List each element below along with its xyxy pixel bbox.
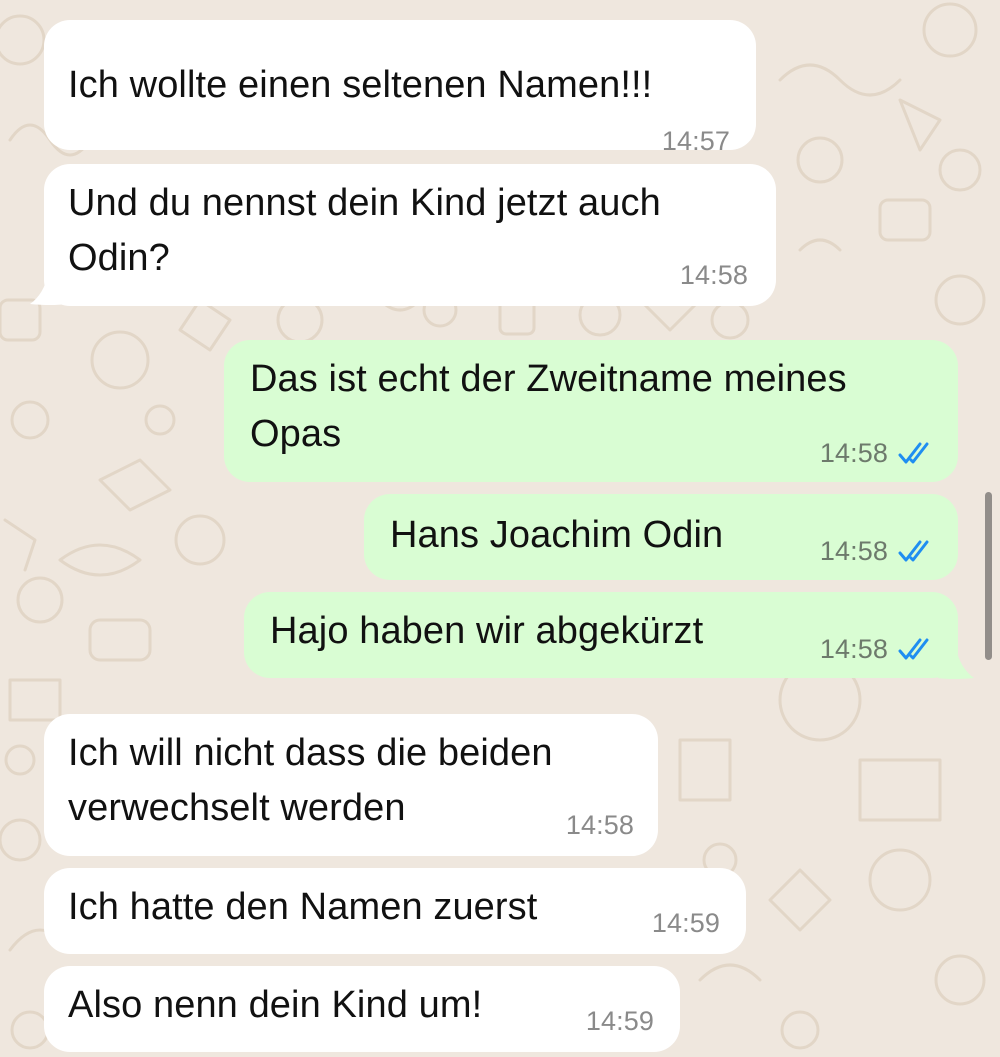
message-meta: 14:58	[566, 810, 634, 840]
outgoing-message-bubble[interactable]: Hajo haben wir abgekürzt 14:58	[244, 592, 958, 678]
message-text: Hans Joachim Odin	[390, 514, 724, 556]
message-meta: 14:59	[586, 1006, 654, 1036]
outgoing-bubble-tail	[938, 648, 974, 679]
incoming-message-bubble[interactable]: Also nenn dein Kind um! 14:59	[44, 966, 680, 1052]
message-text: Das ist echt der Zweitname meines Opas	[250, 358, 847, 455]
message-text: Ich hatte den Namen zuerst	[68, 886, 538, 928]
chat-scrollbar[interactable]	[985, 492, 992, 660]
chat-message-list[interactable]: Ich wollte einen seltenen Namen!!! 14:57…	[0, 0, 1000, 1057]
message-timestamp: 14:58	[565, 810, 634, 840]
incoming-message-bubble[interactable]: Ich hatte den Namen zuerst 14:59	[44, 868, 746, 954]
incoming-message-bubble[interactable]: Ich will nicht dass die beiden verwechse…	[44, 714, 658, 856]
message-meta: 14:58	[820, 438, 936, 468]
message-timestamp: 14:58	[819, 634, 888, 664]
message-timestamp: 14:58	[819, 438, 888, 468]
message-meta: 14:57	[662, 126, 730, 156]
message-text: Ich will nicht dass die beiden verwechse…	[68, 732, 553, 829]
message-text: Also nenn dein Kind um!	[68, 984, 483, 1026]
message-text: Und du nennst dein Kind jetzt auch Odin?	[68, 182, 661, 279]
outgoing-message-bubble[interactable]: Das ist echt der Zweitname meines Opas 1…	[224, 340, 958, 482]
incoming-bubble-tail	[30, 274, 66, 305]
message-meta: 14:59	[652, 908, 720, 938]
message-text: Hajo haben wir abgekürzt	[270, 610, 704, 652]
message-timestamp: 14:58	[819, 536, 888, 566]
incoming-message-bubble[interactable]: Und du nennst dein Kind jetzt auch Odin?…	[44, 164, 776, 306]
read-double-check-icon	[898, 540, 929, 562]
message-timestamp: 14:57	[661, 126, 730, 156]
message-meta: 14:58	[820, 536, 936, 566]
message-timestamp: 14:59	[651, 908, 720, 938]
message-timestamp: 14:58	[679, 260, 748, 290]
incoming-message-bubble[interactable]: Ich wollte einen seltenen Namen!!! 14:57	[44, 20, 756, 156]
read-double-check-icon	[898, 442, 929, 464]
message-meta: 14:58	[820, 634, 936, 664]
read-double-check-icon	[898, 638, 929, 660]
message-text: Ich wollte einen seltenen Namen!!!	[68, 64, 653, 106]
message-meta: 14:58	[680, 260, 748, 290]
outgoing-message-bubble[interactable]: Hans Joachim Odin 14:58	[364, 494, 958, 580]
message-timestamp: 14:59	[585, 1006, 654, 1036]
